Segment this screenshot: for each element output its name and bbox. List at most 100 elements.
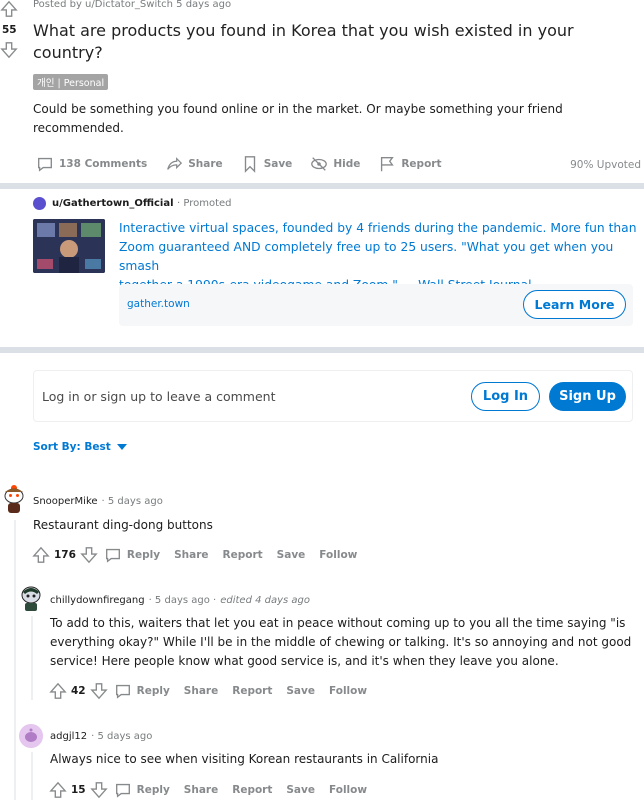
post-score: 55 xyxy=(2,24,17,36)
comment-body: To add to this, waiters that let you eat… xyxy=(50,614,631,671)
comment-text-line: To add to this, waiters that let you eat… xyxy=(50,616,626,630)
login-prompt: Log in or sign up to leave a comment xyxy=(42,389,276,404)
comment-text-line: Restaurant ding-dong buttons xyxy=(33,518,213,532)
comment-time: · 5 days ago · xyxy=(148,595,217,606)
sort-label: Sort By: Best xyxy=(33,441,111,453)
comment-author[interactable]: SnooperMike xyxy=(33,496,98,507)
comment-author[interactable]: adgjl12 xyxy=(50,731,87,742)
post-title-line: What are products you found in Korea tha… xyxy=(33,21,574,40)
comment-login-box: Log in or sign up to leave a comment Log… xyxy=(33,370,633,422)
comment-text-line: service! Here people know what good serv… xyxy=(50,654,559,668)
promoted-link-box[interactable]: gather.town Learn More xyxy=(119,284,633,326)
comment-edited: edited 4 days ago xyxy=(220,595,311,606)
reply-button[interactable]: Reply xyxy=(137,685,170,697)
comment-icon xyxy=(38,157,52,172)
report-button[interactable]: Report xyxy=(232,784,272,796)
post-title-line: country? xyxy=(33,43,103,62)
learn-more-button[interactable]: Learn More xyxy=(523,290,626,319)
hide-label: Hide xyxy=(333,158,361,170)
follow-button[interactable]: Follow xyxy=(329,685,367,697)
downvote-icon[interactable] xyxy=(89,781,108,799)
sort-dropdown[interactable]: Sort By: Best xyxy=(33,441,127,453)
report-button[interactable]: Report xyxy=(232,685,272,697)
upvote-icon[interactable] xyxy=(49,781,67,799)
promoted-tag: · Promoted xyxy=(177,198,232,209)
comment-score: 15 xyxy=(71,784,86,796)
section-divider xyxy=(0,347,644,353)
comment-meta: SnooperMike · 5 days ago xyxy=(33,496,163,507)
flag-icon xyxy=(381,157,395,172)
thread-line[interactable] xyxy=(31,616,33,700)
report-button[interactable]: Report xyxy=(378,155,441,173)
comment-score: 176 xyxy=(54,549,76,561)
promoted-domain[interactable]: gather.town xyxy=(127,298,190,310)
post-title: What are products you found in Korea tha… xyxy=(33,20,574,64)
comment-meta: adgjl12 · 5 days ago xyxy=(50,731,152,742)
share-icon xyxy=(167,157,183,170)
share-button[interactable]: Share xyxy=(184,784,218,796)
share-button[interactable]: Share xyxy=(165,155,223,173)
post-flair[interactable]: 개인 | Personal xyxy=(33,71,109,90)
save-button[interactable]: Save xyxy=(241,155,293,173)
comment-action-bar: 15 Reply Share Report Save Follow xyxy=(49,781,381,799)
report-label: Report xyxy=(401,158,442,170)
comment-time: · 5 days ago xyxy=(91,731,153,742)
upvote-icon[interactable] xyxy=(32,546,50,564)
snoo-avatar-icon xyxy=(21,586,41,611)
share-button[interactable]: Share xyxy=(184,685,218,697)
downvote-icon[interactable] xyxy=(0,41,18,59)
comment-text-line: Always nice to see when visiting Korean … xyxy=(50,752,439,766)
comment-icon[interactable] xyxy=(114,781,132,799)
comment-icon[interactable] xyxy=(104,546,122,564)
upvote-icon[interactable] xyxy=(0,0,18,18)
comments-label: 138 Comments xyxy=(59,158,148,170)
save-button[interactable]: Save xyxy=(286,784,315,796)
default-avatar-icon xyxy=(19,724,43,748)
comment-body: Restaurant ding-dong buttons xyxy=(33,516,213,535)
share-label: Share xyxy=(188,158,223,170)
avatar[interactable] xyxy=(19,584,43,612)
promoted-text-line: Zoom guaranteed AND completely free up t… xyxy=(119,240,614,273)
promoted-thumbnail[interactable] xyxy=(33,219,105,273)
follow-button[interactable]: Follow xyxy=(319,549,357,561)
sign-up-button[interactable]: Sign Up xyxy=(549,382,626,411)
comment-action-bar: 176 Reply Share Report Save Follow xyxy=(32,546,371,564)
save-button[interactable]: Save xyxy=(277,549,306,561)
comment-author[interactable]: chillydownfiregang xyxy=(50,595,145,606)
reply-button[interactable]: Reply xyxy=(137,784,170,796)
reply-button[interactable]: Reply xyxy=(127,549,160,561)
caret-down-icon xyxy=(116,444,127,450)
comment-text-line: everything okay?" While I'll be in the m… xyxy=(50,635,632,649)
comment-action-bar: 42 Reply Share Report Save Follow xyxy=(49,682,381,700)
post-meta: Posted by u/Dictator_Switch 5 days ago xyxy=(33,0,232,10)
log-in-button[interactable]: Log In xyxy=(471,382,540,411)
promoted-text-line: Interactive virtual spaces, founded by 4… xyxy=(119,221,637,235)
save-label: Save xyxy=(263,158,293,170)
comment-time: · 5 days ago xyxy=(101,496,163,507)
section-divider xyxy=(0,183,644,189)
report-button[interactable]: Report xyxy=(223,549,263,561)
post-action-bar: 138 Comments Share Save Hide Report xyxy=(36,155,441,173)
comment-body: Always nice to see when visiting Korean … xyxy=(50,750,438,769)
downvote-icon[interactable] xyxy=(89,682,108,700)
share-button[interactable]: Share xyxy=(174,549,208,561)
downvote-icon[interactable] xyxy=(80,546,98,564)
thread-line[interactable] xyxy=(14,520,16,800)
avatar[interactable] xyxy=(0,482,28,514)
hide-button[interactable]: Hide xyxy=(310,155,360,173)
promoted-avatar[interactable] xyxy=(33,197,46,210)
comment-icon[interactable] xyxy=(114,682,132,700)
hide-eye-icon xyxy=(311,157,328,171)
save-button[interactable]: Save xyxy=(286,685,315,697)
upvote-ratio: 90% Upvoted xyxy=(570,159,641,171)
upvote-icon[interactable] xyxy=(49,682,67,700)
promoted-user[interactable]: u/Gathertown_Official xyxy=(52,198,174,209)
follow-button[interactable]: Follow xyxy=(329,784,367,796)
comments-button[interactable]: 138 Comments xyxy=(36,155,147,173)
snoo-avatar-icon xyxy=(4,485,24,513)
post-body-line: Could be something you found online or i… xyxy=(33,102,563,116)
flair-badge[interactable]: 개인 | Personal xyxy=(33,74,109,90)
thread-line[interactable] xyxy=(31,752,33,800)
avatar[interactable] xyxy=(19,724,43,748)
video-call-thumbnail-image xyxy=(33,219,105,273)
